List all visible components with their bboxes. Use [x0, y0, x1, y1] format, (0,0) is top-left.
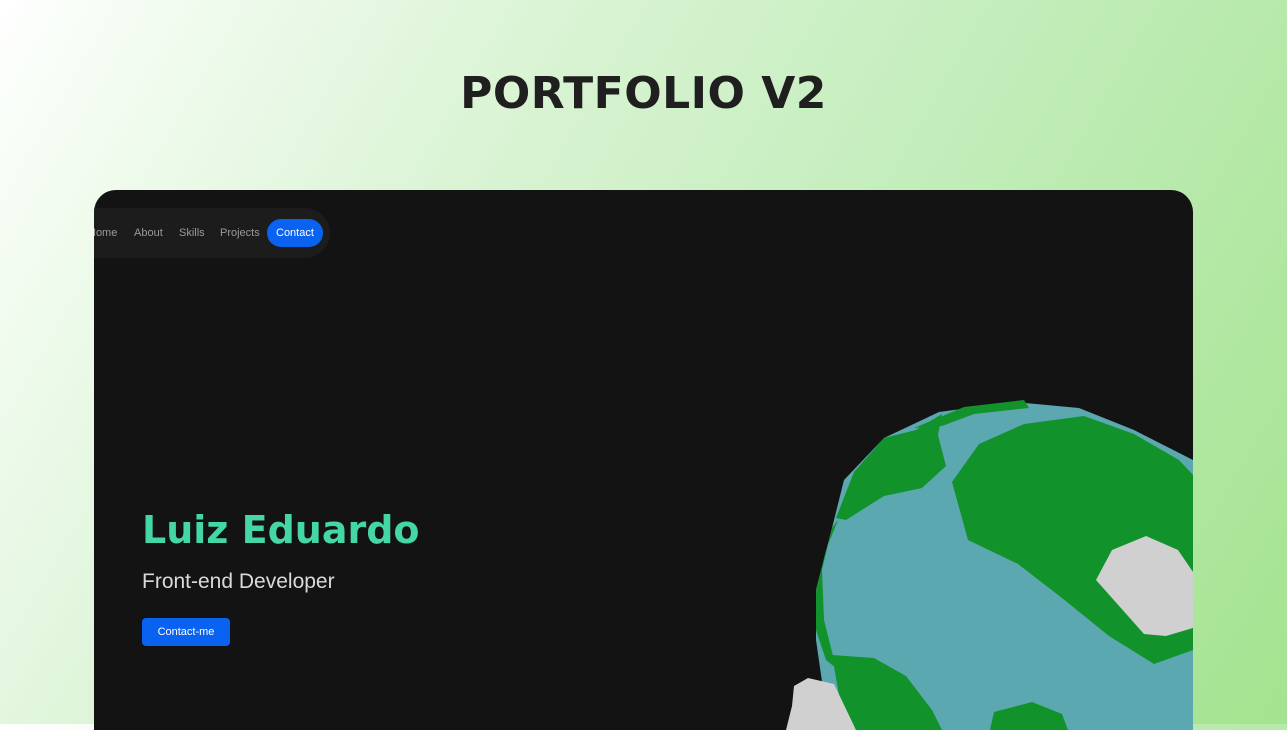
portfolio-preview: Home About Skills Projects Contact Luiz … [94, 190, 1193, 730]
low-poly-globe-icon [786, 400, 1193, 730]
page-title: PORTFOLIO V2 [460, 68, 827, 119]
